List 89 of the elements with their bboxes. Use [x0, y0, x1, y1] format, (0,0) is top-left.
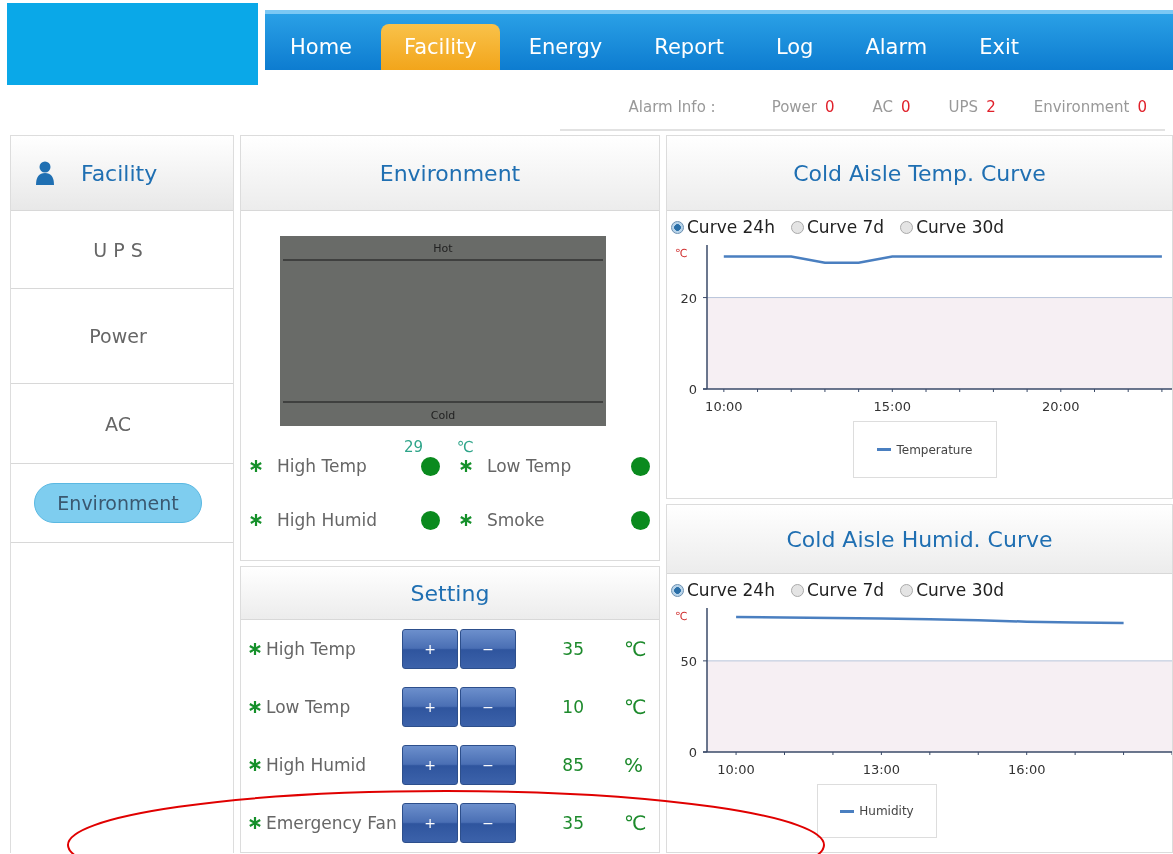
asterisk-icon [248, 758, 262, 772]
curve-radio[interactable]: Curve 24h [671, 580, 775, 600]
axis-unit-label: ℃ [675, 247, 688, 260]
x-tick-label: 10:00 [705, 399, 743, 414]
axis-unit-label: ℃ [675, 610, 688, 623]
curve-radio[interactable]: Curve 30d [900, 217, 1005, 237]
setting-label: Low Temp [266, 697, 352, 717]
status-label: Low Temp [487, 456, 573, 476]
radio-icon[interactable] [790, 220, 804, 234]
setting-unit: ℃ [624, 637, 647, 661]
legend-swatch [840, 809, 855, 813]
alarm-count: 2 [986, 98, 996, 116]
temperature-unit: ℃ [457, 438, 474, 456]
decrease-button[interactable]: − [460, 803, 516, 843]
curve-radio[interactable]: Curve 7d [790, 580, 885, 600]
radio-icon[interactable] [671, 220, 684, 234]
legend-swatch [877, 448, 892, 451]
nav-tab[interactable]: Exit [956, 24, 1042, 70]
sidebar-item[interactable]: Power [67, 317, 169, 355]
asterisk-icon [459, 513, 473, 527]
alarm-count: 0 [825, 98, 835, 116]
asterisk-icon [459, 459, 473, 473]
asterisk-icon [249, 459, 263, 473]
y-tick-label: 0 [688, 745, 697, 760]
alarm-category: Environment [1033, 98, 1130, 116]
sidebar-item[interactable]: AC [83, 404, 153, 443]
cold-aisle-label: Cold [430, 408, 456, 424]
hot-aisle-label: Hot [433, 241, 453, 257]
setting-label: High Temp [266, 639, 357, 659]
curve-radio[interactable]: Curve 24h [671, 217, 775, 237]
alarm-category: UPS [948, 98, 979, 116]
legend-label: Humidity [859, 804, 914, 818]
panel-title: Cold Aisle Humid. Curve [786, 526, 1053, 552]
radio-icon[interactable] [900, 220, 914, 234]
panel-title: Environment [379, 160, 521, 186]
increase-button[interactable]: + [402, 629, 458, 669]
sidebar-title: Facility [81, 160, 158, 186]
temperature-reading: 29 [404, 438, 424, 456]
setting-unit: % [624, 753, 643, 777]
x-tick-label: 15:00 [873, 399, 912, 414]
alarm-category: Power [771, 98, 817, 116]
setting-unit: ℃ [624, 811, 647, 835]
person-icon [35, 160, 55, 186]
nav-tab[interactable]: Alarm [842, 24, 951, 70]
increase-button[interactable]: + [402, 687, 458, 727]
alarm-count: 0 [901, 98, 911, 116]
asterisk-icon [248, 642, 262, 656]
radio-icon[interactable] [900, 583, 914, 597]
alarm-count: 0 [1137, 98, 1147, 116]
sidebar-item[interactable]: Environment [34, 483, 202, 523]
curve-radio[interactable]: Curve 30d [900, 580, 1005, 600]
nav-tab[interactable]: Report [631, 24, 747, 70]
setting-value: 85 [561, 755, 584, 775]
setting-value: 35 [561, 813, 584, 833]
asterisk-icon [249, 513, 263, 527]
asterisk-icon [248, 816, 262, 830]
x-tick-label: 13:00 [862, 762, 901, 777]
x-tick-label: 10:00 [717, 762, 755, 777]
x-tick-label: 16:00 [1007, 762, 1046, 777]
panel-title: Cold Aisle Temp. Curve [793, 160, 1046, 186]
increase-button[interactable]: + [402, 745, 458, 785]
setting-label: Emergency Fan [266, 813, 398, 833]
legend-label: Temperature [896, 442, 973, 457]
y-tick-label: 20 [680, 290, 697, 306]
nav-tab[interactable]: Energy [505, 24, 626, 70]
nav-tab[interactable]: Log [752, 24, 837, 70]
status-label: Smoke [487, 510, 546, 530]
alarm-info-label: Alarm Info : [628, 98, 716, 116]
decrease-button[interactable]: − [460, 629, 516, 669]
radio-icon[interactable] [671, 583, 684, 597]
panel-title: Setting [410, 580, 490, 606]
y-tick-label: 50 [680, 653, 697, 669]
setting-value: 10 [561, 697, 584, 717]
setting-label: High Humid [266, 755, 368, 775]
setting-value: 35 [561, 639, 584, 659]
increase-button[interactable]: + [402, 803, 458, 843]
y-tick-label: 0 [688, 382, 697, 397]
sidebar-item[interactable]: U P S [71, 230, 165, 269]
alarm-category: AC [872, 98, 894, 116]
radio-icon[interactable] [790, 583, 804, 597]
asterisk-icon [248, 700, 262, 714]
decrease-button[interactable]: − [460, 745, 516, 785]
curve-radio[interactable]: Curve 7d [790, 217, 885, 237]
decrease-button[interactable]: − [460, 687, 516, 727]
nav-tab[interactable]: Home [267, 24, 375, 70]
setting-unit: ℃ [624, 695, 647, 719]
status-label: High Temp [277, 456, 368, 476]
status-label: High Humid [277, 510, 379, 530]
x-tick-label: 20:00 [1042, 399, 1080, 414]
